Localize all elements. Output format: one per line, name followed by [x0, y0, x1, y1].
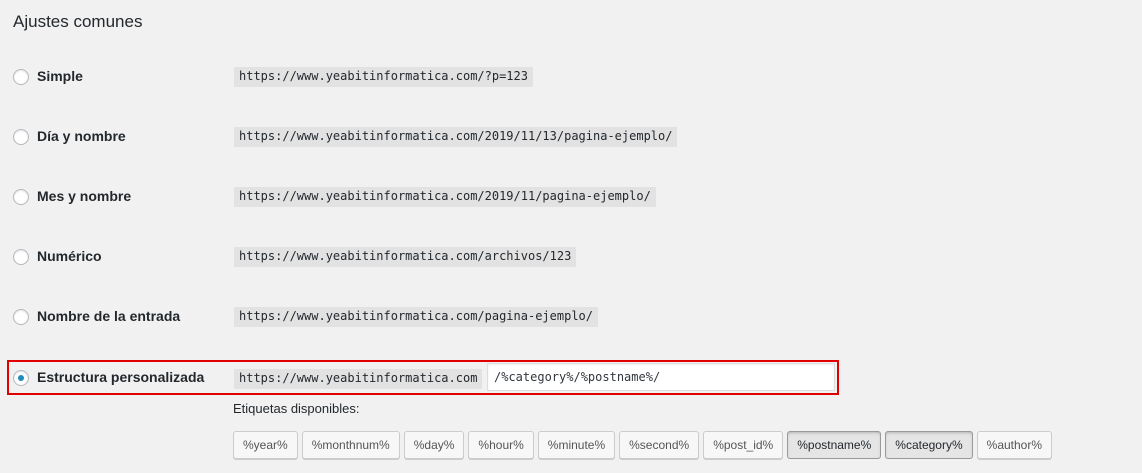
radio-month-name[interactable]	[13, 189, 29, 205]
tag-button-day[interactable]: %day%	[403, 431, 465, 459]
option-label: Nombre de la entrada	[37, 308, 181, 324]
tag-button-category[interactable]: %category%	[885, 431, 973, 459]
example-url: https://www.yeabitinformatica.com/pagina…	[234, 307, 599, 327]
section-title: Ajustes comunes	[13, 12, 143, 31]
tag-button-post-id[interactable]: %post_id%	[703, 431, 784, 459]
radio-simple[interactable]	[13, 69, 29, 85]
radio-custom-structure[interactable]	[13, 370, 29, 386]
option-day-name[interactable]: Día y nombre https://www.yeabitinformati…	[13, 127, 1113, 149]
tag-button-postname[interactable]: %postname%	[787, 431, 882, 459]
available-tags: %year% %monthnum% %day% %hour% %minute% %seco…	[233, 431, 1056, 459]
radio-day-name[interactable]	[13, 129, 29, 145]
tag-button-year[interactable]: %year%	[233, 431, 298, 459]
option-label: Numérico	[37, 248, 102, 264]
tag-button-monthnum[interactable]: %monthnum%	[301, 431, 400, 459]
tag-button-minute[interactable]: %minute%	[537, 431, 616, 459]
option-label: Mes y nombre	[37, 188, 132, 204]
custom-base-url: https://www.yeabitinformatica.com	[234, 369, 483, 389]
example-url: https://www.yeabitinformatica.com/?p=123	[234, 67, 533, 87]
radio-post-name[interactable]	[13, 309, 29, 325]
example-url: https://www.yeabitinformatica.com/2019/1…	[234, 187, 656, 207]
option-label: Simple	[37, 68, 83, 84]
tag-button-hour[interactable]: %hour%	[468, 431, 534, 459]
option-custom-structure[interactable]: Estructura personalizada https://www.yea…	[13, 363, 853, 391]
radio-numeric[interactable]	[13, 249, 29, 265]
option-label: Estructura personalizada	[37, 369, 205, 385]
option-simple[interactable]: Simple https://www.yeabitinformatica.com…	[13, 67, 1113, 89]
option-month-name[interactable]: Mes y nombre https://www.yeabitinformati…	[13, 187, 1113, 209]
available-tags-label: Etiquetas disponibles:	[233, 401, 360, 416]
tag-button-second[interactable]: %second%	[619, 431, 700, 459]
custom-structure-input[interactable]	[487, 363, 835, 391]
option-label: Día y nombre	[37, 128, 126, 144]
example-url: https://www.yeabitinformatica.com/2019/1…	[234, 127, 678, 147]
example-url: https://www.yeabitinformatica.com/archiv…	[234, 247, 577, 267]
option-numeric[interactable]: Numérico https://www.yeabitinformatica.c…	[13, 247, 1113, 269]
tag-button-author[interactable]: %author%	[976, 431, 1053, 459]
permalink-settings-page: Ajustes comunes Simple https://www.yeabi…	[0, 0, 1142, 473]
option-post-name[interactable]: Nombre de la entrada https://www.yeabiti…	[13, 307, 1113, 329]
